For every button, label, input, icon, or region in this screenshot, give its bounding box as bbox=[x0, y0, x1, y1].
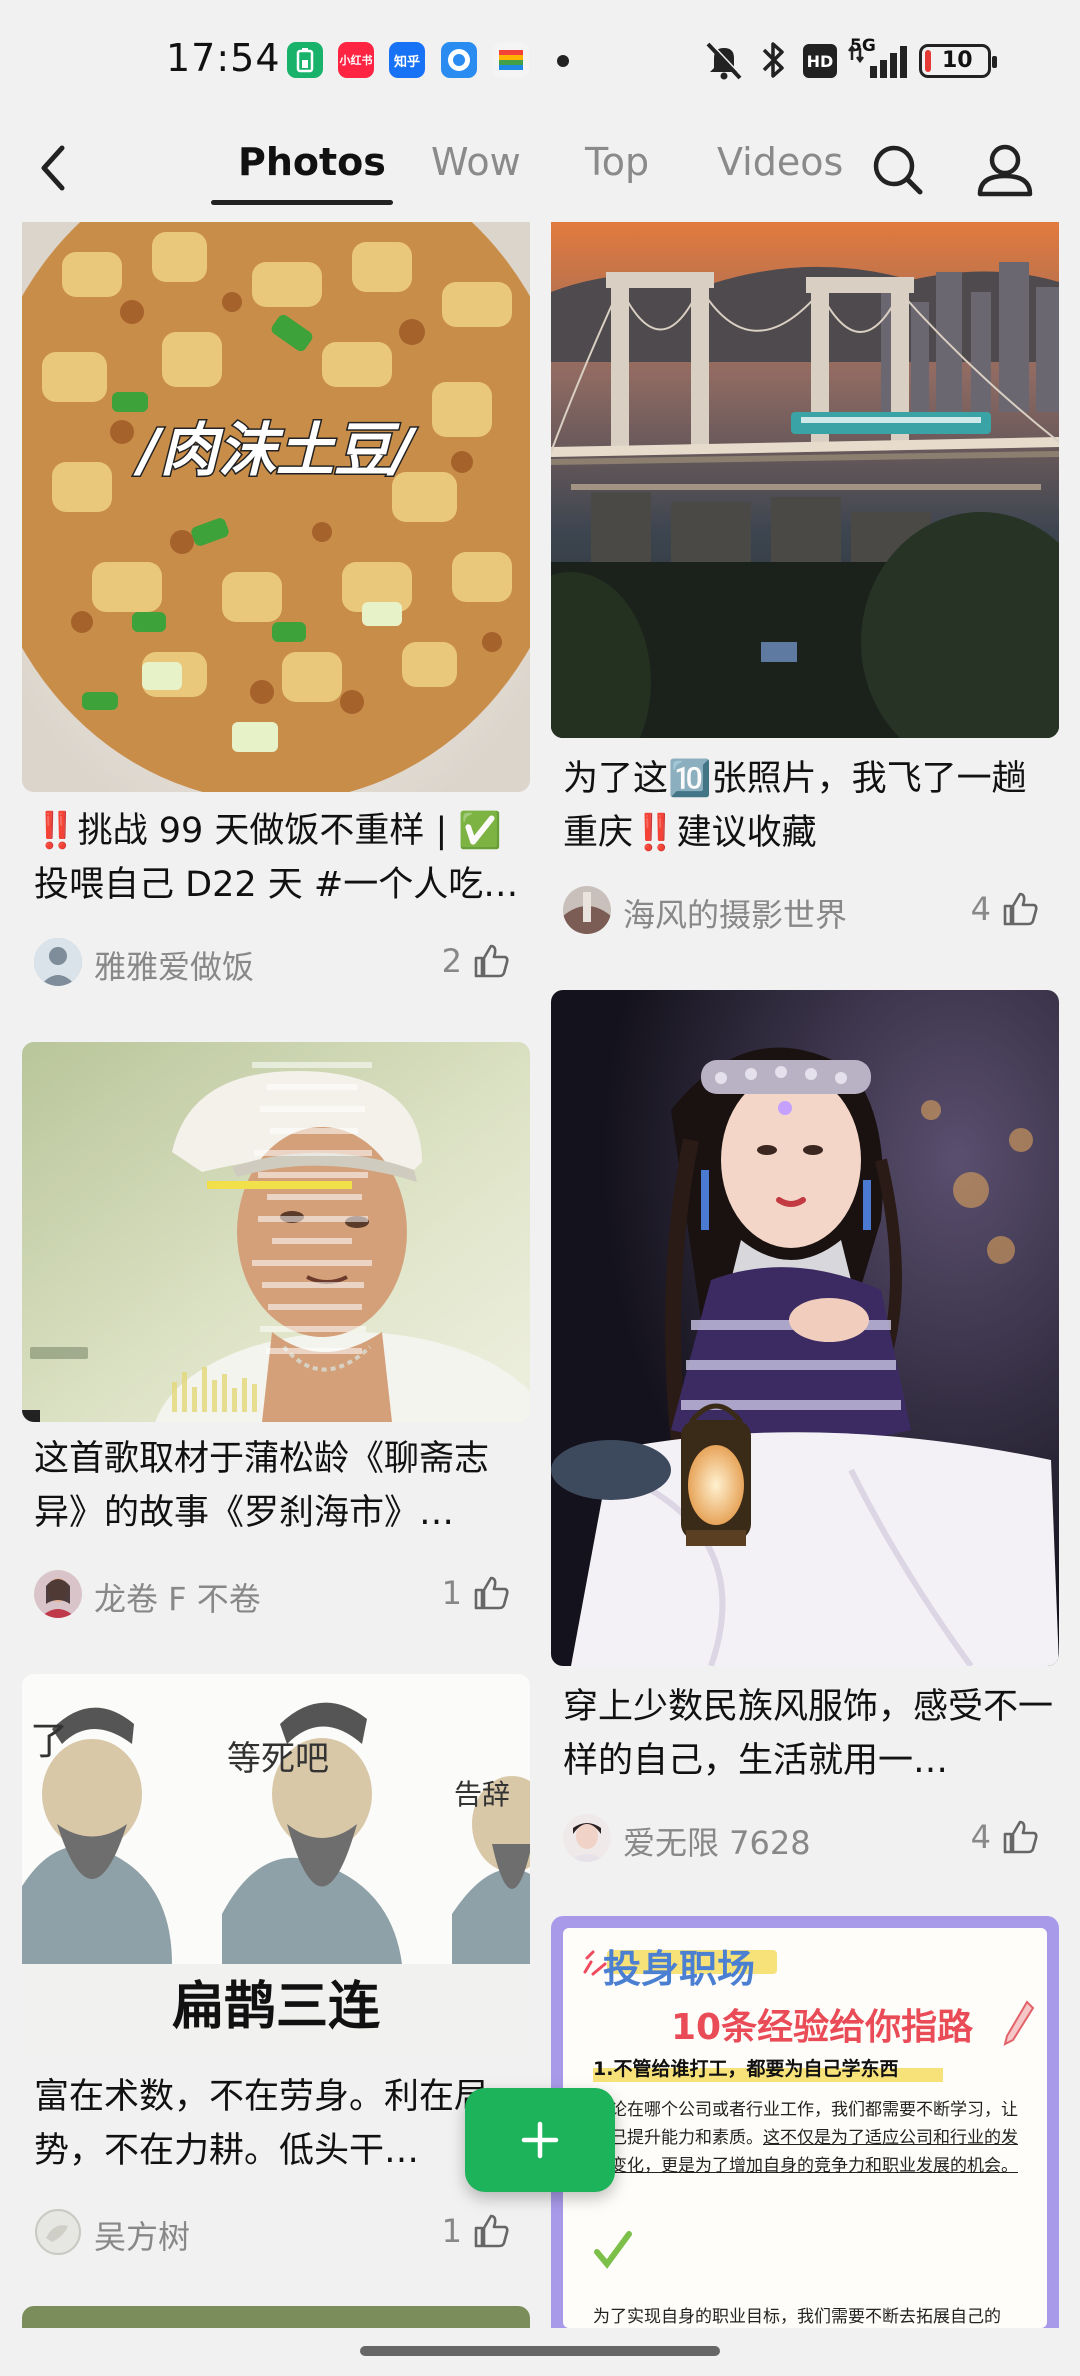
card-meta: 雅雅爱做饭 2 bbox=[34, 934, 524, 990]
meme-text-middle: 等死吧 bbox=[227, 1739, 329, 1779]
bluetooth-icon bbox=[762, 42, 784, 78]
feed-card-ethnic-costume[interactable]: 穿上少数民族风服饰，感受不一样的自己，生活就用一… 爱无限 7628 4 bbox=[551, 990, 1059, 1870]
avatar[interactable] bbox=[563, 886, 611, 934]
card-image-food[interactable]: /肉沫土豆/ bbox=[22, 222, 530, 792]
search-icon[interactable] bbox=[868, 130, 928, 210]
poster-canvas: 投身职场 10条经验给你指路 1.不管给谁打工，都要为自己学东西 无论在哪个公司… bbox=[563, 1928, 1047, 2328]
battery-fill bbox=[925, 50, 931, 72]
like-count-text: 4 bbox=[970, 1818, 991, 1856]
poster-footer: 为了实现自身的职业目标，我们需要不断去拓展自己的 bbox=[593, 2307, 1001, 2327]
author-name[interactable]: 吴方树 bbox=[94, 2212, 190, 2258]
like-count[interactable]: 2 bbox=[442, 942, 510, 980]
author-name[interactable]: 海风的摄影世界 bbox=[623, 890, 847, 936]
avatar[interactable] bbox=[34, 1570, 82, 1618]
avatar[interactable] bbox=[34, 2208, 82, 2256]
feed-card-song[interactable]: 这首歌取材于蒲松龄《聊斋志异》的故事《罗刹海市》… 龙卷 F 不卷 1 bbox=[22, 1042, 530, 1632]
battery-indicator: 10 bbox=[919, 44, 997, 78]
thumbs-up-icon[interactable] bbox=[1001, 1818, 1039, 1856]
thumbs-up-icon[interactable] bbox=[1001, 890, 1039, 928]
like-count[interactable]: 1 bbox=[442, 1574, 510, 1612]
tab-videos[interactable]: Videos bbox=[717, 140, 843, 184]
create-post-button[interactable] bbox=[465, 2088, 615, 2192]
poster-point-1: 1.不管给谁打工，都要为自己学东西 bbox=[593, 2058, 899, 2080]
image-caption-bianque: 扁鹊三连 bbox=[172, 1977, 380, 2037]
like-count-text: 2 bbox=[441, 942, 462, 980]
card-image-career-poster[interactable]: 投身职场 10条经验给你指路 1.不管给谁打工，都要为自己学东西 无论在哪个公司… bbox=[551, 1916, 1059, 2328]
like-count[interactable]: 4 bbox=[971, 890, 1039, 928]
tab-wow[interactable]: Wow bbox=[431, 140, 521, 184]
avatar[interactable] bbox=[34, 938, 82, 986]
tab-top[interactable]: Top bbox=[585, 140, 649, 184]
thumbs-up-icon[interactable] bbox=[472, 1574, 510, 1612]
like-count-text: 4 bbox=[970, 890, 991, 928]
poster-heading-1: 投身职场 bbox=[603, 1947, 756, 1991]
like-count[interactable]: 4 bbox=[971, 1818, 1039, 1856]
like-count-text: 1 bbox=[441, 2212, 462, 2250]
card-title[interactable]: 为了这🔟张照片，我飞了一趟重庆‼️建议收藏 bbox=[563, 752, 1053, 860]
card-title[interactable]: 穿上少数民族风服饰，感受不一样的自己，生活就用一… bbox=[563, 1680, 1053, 1788]
mute-icon bbox=[706, 41, 743, 80]
battery-tip bbox=[992, 56, 997, 68]
check-icon bbox=[594, 2231, 632, 2269]
profile-icon[interactable] bbox=[973, 130, 1037, 210]
browser-app-icon bbox=[441, 42, 477, 78]
poster-body: 无论在哪个公司或者行业工作，我们都需要不断学习，让自己提升能力和素质。这不仅是为… bbox=[593, 2096, 1033, 2180]
active-tab-indicator bbox=[211, 200, 393, 205]
status-time: 17:54 bbox=[166, 36, 281, 80]
thumbs-up-icon[interactable] bbox=[472, 2212, 510, 2250]
pencil-icon bbox=[1003, 2000, 1035, 2046]
feed-card-bianque[interactable]: 了 等死吧 告辞 扁鹊三连 富在术数，不在劳身。利在局势，不在力耕。低头干… 吴… bbox=[22, 1674, 530, 2256]
author-name[interactable]: 龙卷 F 不卷 bbox=[94, 1574, 261, 1620]
author-name[interactable]: 爱无限 7628 bbox=[623, 1818, 811, 1864]
battery-saver-app-icon bbox=[287, 42, 323, 78]
like-count[interactable]: 1 bbox=[442, 2212, 510, 2250]
card-image-meme[interactable]: 了 等死吧 告辞 扁鹊三连 bbox=[22, 1674, 530, 2054]
home-indicator[interactable] bbox=[360, 2346, 720, 2356]
more-notifications-dot bbox=[557, 55, 569, 67]
card-title[interactable]: 富在术数，不在劳身。利在局势，不在力耕。低头干… bbox=[34, 2070, 524, 2178]
poster-heading-2: 10条经验给你指路 bbox=[671, 2007, 974, 2048]
card-title[interactable]: ‼️挑战 99 天做饭不重样 | ✅投喂自己 D22 天 #一个人吃… bbox=[34, 804, 524, 912]
back-arrow-icon[interactable] bbox=[30, 130, 80, 210]
avatar[interactable] bbox=[563, 1814, 611, 1862]
hd-voice-badge: HD bbox=[803, 44, 837, 78]
thumbs-up-icon[interactable] bbox=[472, 942, 510, 980]
card-meta: 爱无限 7628 4 bbox=[563, 1810, 1053, 1866]
feed-card-potato[interactable]: /肉沫土豆/ ‼️挑战 99 天做饭不重样 | ✅投喂自己 D22 天 #一个人… bbox=[22, 222, 530, 1002]
zhihu-app-icon: 知乎 bbox=[389, 42, 425, 78]
wallet-app-icon bbox=[493, 42, 529, 78]
author-name[interactable]: 雅雅爱做饭 bbox=[94, 942, 254, 988]
card-image-portrait[interactable] bbox=[551, 990, 1059, 1666]
card-image-bridge[interactable] bbox=[551, 222, 1059, 738]
image-caption-potato: /肉沫土豆/ bbox=[133, 416, 418, 484]
plus-icon bbox=[521, 2121, 559, 2159]
card-image-singer[interactable] bbox=[22, 1042, 530, 1422]
card-meta: 吴方树 1 bbox=[34, 2204, 524, 2260]
card-title[interactable]: 这首歌取材于蒲松龄《聊斋志异》的故事《罗刹海市》… bbox=[34, 1432, 524, 1540]
battery-level-text: 10 bbox=[942, 48, 973, 73]
status-bar: 17:54 小红书 知乎 HD 5G 10 bbox=[0, 0, 1080, 120]
meme-text-right: 告辞 bbox=[454, 1778, 510, 1811]
xiaohongshu-app-icon: 小红书 bbox=[338, 42, 374, 78]
meme-text-left: 了 bbox=[30, 1719, 68, 1763]
card-meta: 海风的摄影世界 4 bbox=[563, 882, 1053, 938]
top-nav: Photos Wow Top Videos bbox=[0, 120, 1080, 220]
like-count-text: 1 bbox=[441, 1574, 462, 1612]
signal-icon bbox=[848, 44, 907, 78]
tab-photos[interactable]: Photos bbox=[238, 140, 386, 184]
feed-card-chongqing[interactable]: 为了这🔟张照片，我飞了一趟重庆‼️建议收藏 海风的摄影世界 4 bbox=[551, 222, 1059, 962]
card-meta: 龙卷 F 不卷 1 bbox=[34, 1566, 524, 1622]
